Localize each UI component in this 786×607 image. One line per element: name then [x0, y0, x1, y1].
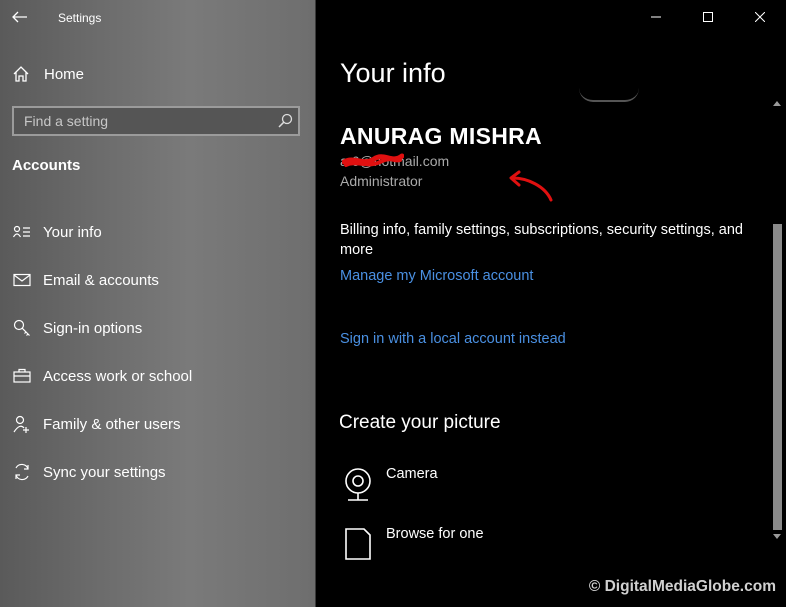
maximize-button[interactable] [682, 0, 734, 34]
scroll-up-icon[interactable] [770, 96, 784, 110]
redaction-scribble [342, 153, 404, 167]
browse-label: Browse for one [386, 526, 484, 542]
search-icon[interactable] [272, 108, 298, 134]
app-title: Settings [58, 11, 102, 25]
browse-option[interactable]: Browse for one [340, 526, 484, 562]
scroll-down-icon[interactable] [770, 530, 784, 544]
scrollbar[interactable] [770, 96, 784, 544]
person-add-icon [12, 414, 32, 434]
billing-description: Billing info, family settings, subscript… [340, 222, 743, 258]
contact-card-icon [12, 222, 32, 242]
user-name: ANURAG MISHRA [340, 123, 542, 149]
camera-label: Camera [386, 466, 438, 482]
sidebar-nav: Your info Email & accounts Sign-in optio… [0, 208, 316, 496]
close-button[interactable] [734, 0, 786, 34]
sidebar-item-label: Your info [43, 223, 102, 241]
sidebar-item-label: Access work or school [43, 367, 193, 385]
sidebar-item-sync-settings[interactable]: Sync your settings [0, 448, 316, 496]
annotation-arrow [509, 170, 553, 202]
sidebar-item-label: Family & other users [43, 415, 181, 433]
back-arrow-icon [12, 11, 27, 23]
webcam-icon [340, 466, 376, 502]
watermark: © DigitalMediaGlobe.com [588, 578, 776, 595]
user-role: Administrator [340, 173, 423, 189]
key-icon [12, 318, 32, 338]
picture-section-title: Create your picture [339, 412, 501, 433]
sidebar: Settings Home Find a setting Accounts Yo… [0, 0, 316, 607]
sidebar-item-your-info[interactable]: Your info [0, 208, 316, 256]
sidebar-item-sign-in-options[interactable]: Sign-in options [0, 304, 316, 352]
sidebar-item-access-work-school[interactable]: Access work or school [0, 352, 316, 400]
envelope-icon [12, 270, 32, 290]
maximize-icon [703, 12, 713, 22]
document-icon [340, 526, 376, 562]
search-input[interactable]: Find a setting [12, 106, 300, 136]
main-panel: Your info ANURAG MISHRA a 6@hotmail.com … [317, 0, 786, 607]
sync-icon [12, 462, 32, 482]
scroll-thumb[interactable] [773, 224, 782, 530]
section-title: Accounts [12, 157, 81, 174]
local-account-link[interactable]: Sign in with a local account instead [340, 331, 566, 347]
window-controls [630, 0, 786, 34]
home-icon [13, 66, 29, 82]
search-placeholder: Find a setting [24, 113, 109, 129]
sidebar-item-family-other-users[interactable]: Family & other users [0, 400, 316, 448]
title-bar: Settings [0, 0, 316, 36]
briefcase-icon [12, 366, 32, 386]
avatar [579, 88, 639, 102]
back-button[interactable] [8, 6, 32, 28]
manage-account-link[interactable]: Manage my Microsoft account [340, 268, 533, 284]
minimize-button[interactable] [630, 0, 682, 34]
minimize-icon [651, 16, 661, 18]
close-icon [755, 12, 765, 22]
sidebar-item-email-accounts[interactable]: Email & accounts [0, 256, 316, 304]
sidebar-item-label: Sign-in options [43, 319, 143, 337]
home-button[interactable]: Home [12, 62, 84, 86]
sidebar-item-label: Sync your settings [43, 463, 166, 481]
sidebar-item-label: Email & accounts [43, 271, 159, 289]
camera-option[interactable]: Camera [340, 466, 438, 502]
home-label: Home [44, 65, 85, 83]
page-title: Your info [340, 58, 446, 88]
